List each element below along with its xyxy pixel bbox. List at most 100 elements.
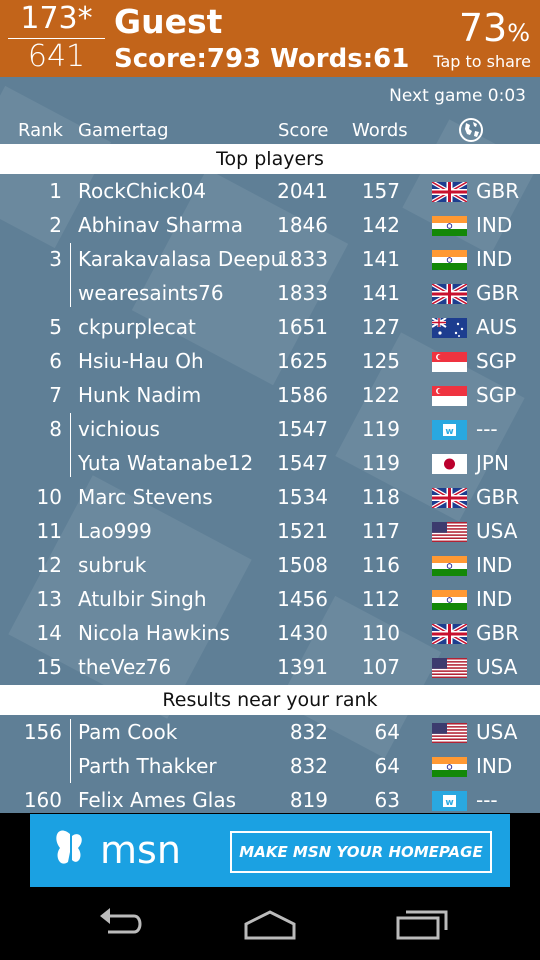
row-gamertag: Lao999 bbox=[78, 519, 152, 543]
globe-icon[interactable] bbox=[458, 117, 484, 143]
row-words: 116 bbox=[361, 553, 400, 577]
row-gamertag: Karakavalasa Deepu bbox=[78, 247, 283, 271]
row-country: IND bbox=[476, 754, 513, 778]
row-rank: 8 bbox=[49, 417, 62, 441]
leaderboard-row[interactable]: 8 vichious 1547 119 w --- bbox=[0, 412, 540, 446]
row-country: GBR bbox=[476, 179, 520, 203]
row-words: 64 bbox=[374, 754, 400, 778]
leaderboard-row[interactable]: 1 RockChick04 2041 157 GBR bbox=[0, 174, 540, 208]
row-rank: 160 bbox=[23, 788, 62, 812]
svg-text:w: w bbox=[445, 798, 453, 808]
row-gamertag: ckpurplecat bbox=[78, 315, 196, 339]
row-rank: 12 bbox=[36, 553, 62, 577]
row-rank: 2 bbox=[49, 213, 62, 237]
msn-ad-banner[interactable]: msn MAKE MSN YOUR HOMEPAGE bbox=[30, 814, 510, 887]
row-score: 1534 bbox=[277, 485, 328, 509]
row-rank: 10 bbox=[36, 485, 62, 509]
col-rank[interactable]: Rank bbox=[18, 117, 63, 145]
leaderboard-row[interactable]: 160 Felix Ames Glas 819 63 w --- bbox=[0, 783, 540, 813]
row-score: 1547 bbox=[277, 451, 328, 475]
back-icon[interactable] bbox=[90, 902, 150, 946]
row-rank: 5 bbox=[49, 315, 62, 339]
row-gamertag: Nicola Hawkins bbox=[78, 621, 230, 645]
flag-gbr-icon bbox=[432, 624, 467, 644]
row-words: 157 bbox=[361, 179, 400, 203]
leaderboard-row[interactable]: 15 theVez76 1391 107 USA bbox=[0, 650, 540, 684]
home-icon[interactable] bbox=[240, 902, 300, 946]
row-words: 125 bbox=[361, 349, 400, 373]
leaderboard-row[interactable]: Parth Thakker 832 64 IND bbox=[0, 749, 540, 783]
leaderboard-row[interactable]: Yuta Watanabe12 1547 119 JPN bbox=[0, 446, 540, 480]
row-country: USA bbox=[476, 519, 518, 543]
row-gamertag: wearesaints76 bbox=[78, 281, 224, 305]
leaderboard-row[interactable]: 14 Nicola Hawkins 1430 110 GBR bbox=[0, 616, 540, 650]
leaderboard-row[interactable]: 13 Atulbir Singh 1456 112 IND bbox=[0, 582, 540, 616]
flag-unknown-icon: w bbox=[432, 791, 467, 811]
flag-sgp-icon bbox=[432, 352, 467, 372]
flag-unknown-icon: w bbox=[432, 420, 467, 440]
row-gamertag: vichious bbox=[78, 417, 160, 441]
row-score: 1430 bbox=[277, 621, 328, 645]
row-score: 832 bbox=[289, 754, 328, 778]
row-score: 1508 bbox=[277, 553, 328, 577]
row-words: 118 bbox=[361, 485, 400, 509]
row-words: 141 bbox=[361, 247, 400, 271]
leaderboard[interactable]: Next game 0:03 Rank Gamertag Score Words… bbox=[0, 77, 540, 813]
row-score: 2041 bbox=[277, 179, 328, 203]
flag-usa-icon bbox=[432, 522, 467, 542]
top-players-header: Top players bbox=[0, 144, 540, 174]
row-words: 63 bbox=[374, 788, 400, 812]
leaderboard-row[interactable]: 10 Marc Stevens 1534 118 GBR bbox=[0, 480, 540, 514]
row-country: AUS bbox=[476, 315, 518, 339]
recent-apps-icon[interactable] bbox=[392, 902, 452, 946]
row-score: 832 bbox=[289, 720, 328, 744]
row-score: 1547 bbox=[277, 417, 328, 441]
percentile: 73% bbox=[459, 6, 530, 55]
tap-to-share[interactable]: Tap to share bbox=[433, 52, 531, 72]
system-nav-bar bbox=[0, 888, 540, 960]
col-score[interactable]: Score bbox=[278, 117, 328, 145]
leaderboard-row[interactable]: wearesaints76 1833 141 GBR bbox=[0, 276, 540, 310]
row-words: 64 bbox=[374, 720, 400, 744]
next-game-timer: Next game 0:03 bbox=[389, 86, 526, 106]
row-gamertag: Parth Thakker bbox=[78, 754, 217, 778]
leaderboard-row[interactable]: 2 Abhinav Sharma 1846 142 IND bbox=[0, 208, 540, 242]
col-gamertag[interactable]: Gamertag bbox=[78, 117, 169, 145]
row-gamertag: Marc Stevens bbox=[78, 485, 213, 509]
row-score: 1625 bbox=[277, 349, 328, 373]
msn-butterfly-icon bbox=[56, 830, 82, 864]
flag-gbr-icon bbox=[432, 182, 467, 202]
leaderboard-row[interactable]: 11 Lao999 1521 117 USA bbox=[0, 514, 540, 548]
row-score: 1456 bbox=[277, 587, 328, 611]
leaderboard-row[interactable]: 156 Pam Cook 832 64 USA bbox=[0, 715, 540, 749]
row-gamertag: Abhinav Sharma bbox=[78, 213, 243, 237]
flag-aus-icon bbox=[432, 318, 467, 338]
leaderboard-row[interactable]: 12 subruk 1508 116 IND bbox=[0, 548, 540, 582]
row-score: 1833 bbox=[277, 247, 328, 271]
row-gamertag: RockChick04 bbox=[78, 179, 207, 203]
row-country: SGP bbox=[476, 349, 517, 373]
row-score: 819 bbox=[289, 788, 328, 812]
player-stats: Score:793 Words:61 bbox=[114, 44, 410, 74]
row-gamertag: theVez76 bbox=[78, 655, 172, 679]
leaderboard-row[interactable]: 3 Karakavalasa Deepu 1833 141 IND bbox=[0, 242, 540, 276]
percentile-unit: % bbox=[507, 19, 530, 47]
row-rank: 3 bbox=[49, 247, 62, 271]
leaderboard-row[interactable]: 6 Hsiu-Hau Oh 1625 125 SGP bbox=[0, 344, 540, 378]
score-header[interactable]: 173* 641 Guest Score:793 Words:61 73% Ta… bbox=[0, 0, 540, 77]
player-name: Guest bbox=[114, 2, 223, 41]
player-rank-box: 173* 641 bbox=[8, 0, 105, 77]
row-gamertag: Felix Ames Glas bbox=[78, 788, 236, 812]
row-country: SGP bbox=[476, 383, 517, 407]
row-gamertag: Pam Cook bbox=[78, 720, 178, 744]
player-rank: 173* bbox=[20, 1, 93, 36]
row-rank: 1 bbox=[49, 179, 62, 203]
flag-sgp-icon bbox=[432, 386, 467, 406]
row-country: --- bbox=[476, 788, 498, 812]
row-rank: 7 bbox=[49, 383, 62, 407]
ad-cta-button[interactable]: MAKE MSN YOUR HOMEPAGE bbox=[230, 831, 492, 873]
col-words[interactable]: Words bbox=[352, 117, 408, 145]
row-score: 1833 bbox=[277, 281, 328, 305]
leaderboard-row[interactable]: 7 Hunk Nadim 1586 122 SGP bbox=[0, 378, 540, 412]
leaderboard-row[interactable]: 5 ckpurplecat 1651 127 AUS bbox=[0, 310, 540, 344]
